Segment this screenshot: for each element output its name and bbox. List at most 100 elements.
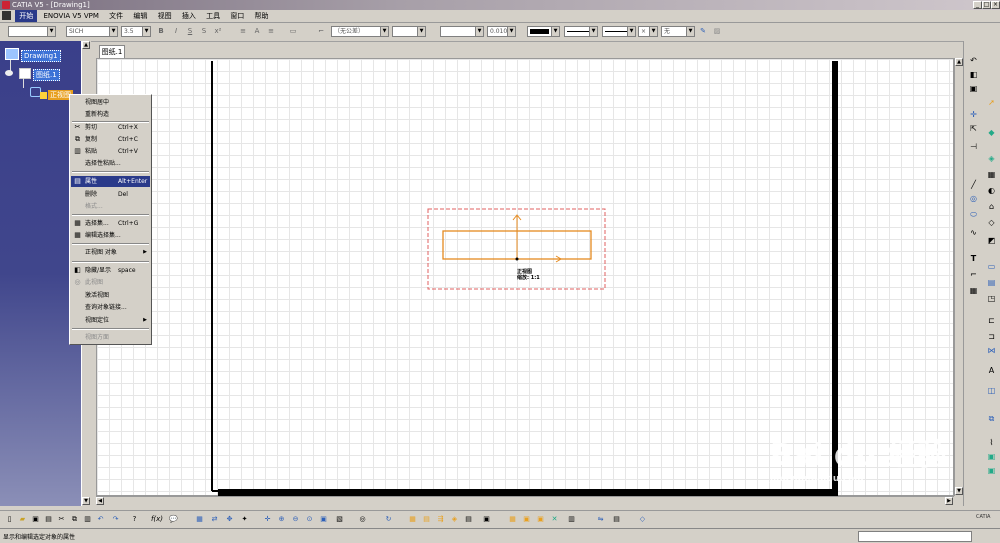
tolerance-value-select[interactable]: ▼ — [392, 26, 426, 37]
text-icon[interactable]: T — [968, 253, 979, 264]
menu-help[interactable]: 帮助 — [251, 10, 273, 22]
scroll-down-icon[interactable]: ▼ — [955, 487, 963, 495]
measure-icon[interactable]: ⇱ — [968, 123, 979, 134]
update-icon[interactable]: ▣ — [986, 451, 997, 462]
table-tool-icon[interactable]: ▤ — [986, 277, 997, 288]
frame-tool-icon[interactable]: ▭ — [986, 261, 997, 272]
context-menu-item-query-links[interactable]: 查询对象链接... — [71, 302, 150, 313]
clipping-icon[interactable]: ◇ — [637, 514, 648, 525]
filter-icon[interactable]: ▥ — [566, 514, 577, 525]
dimension-tool-icon[interactable]: ◆ — [986, 127, 997, 138]
tree-root-drawing[interactable]: Drawing1 — [21, 50, 61, 62]
canvas-horizontal-scrollbar[interactable]: ◀ ▶ — [96, 496, 954, 506]
underline-icon[interactable]: S — [185, 26, 195, 37]
fillet-icon[interactable]: ◐ — [986, 185, 997, 196]
dimension-system-icon[interactable]: ⇋ — [595, 514, 606, 525]
thread-icon[interactable]: ⊐ — [986, 331, 997, 342]
chamfer-icon[interactable]: ◇ — [986, 217, 997, 228]
scroll-down-icon[interactable]: ▼ — [82, 497, 90, 505]
menu-view[interactable]: 视图 — [154, 10, 176, 22]
menu-insert[interactable]: 插入 — [178, 10, 200, 22]
tolerance-select[interactable]: （无公差） ▼ — [331, 26, 389, 37]
arc-icon[interactable]: ↶ — [968, 55, 979, 66]
profile-icon[interactable]: ⌂ — [986, 201, 997, 212]
color-select[interactable]: ▼ — [527, 26, 560, 37]
grid-icon[interactable]: ▦ — [968, 285, 979, 296]
align-right-icon[interactable]: ≡ — [266, 26, 276, 37]
zoom-in-icon[interactable]: ⊕ — [276, 514, 287, 525]
spline-icon[interactable]: ∿ — [968, 227, 979, 238]
area-fill-icon[interactable]: ◫ — [986, 385, 997, 396]
align-center-icon[interactable]: A — [252, 26, 262, 37]
refresh-icon[interactable]: ↻ — [383, 514, 394, 525]
menu-start[interactable]: 开始 — [15, 10, 38, 22]
leader-icon[interactable]: ⌐ — [968, 269, 979, 280]
point-style-select[interactable]: × ▼ — [638, 26, 658, 37]
drawing-icon[interactable] — [5, 48, 19, 60]
save-icon[interactable]: ▣ — [30, 514, 41, 525]
context-menu-item-reframe[interactable]: 重新构造 — [71, 109, 150, 120]
context-menu-item-properties[interactable]: ▤ 属性 Alt+Enter — [71, 176, 150, 187]
view-scale-label[interactable]: 缩放: 1:1 — [517, 275, 540, 281]
align-left-icon[interactable]: ≡ — [238, 26, 248, 37]
symmetry-icon[interactable]: ◧ — [968, 69, 979, 80]
scroll-up-icon[interactable]: ▲ — [955, 58, 963, 66]
font-name-select[interactable]: SICH ▼ — [66, 26, 118, 37]
centerline-icon[interactable]: ⋈ — [986, 345, 997, 356]
tables-icon[interactable]: ▤ — [611, 514, 622, 525]
generate-view-icon[interactable]: ▣ — [481, 514, 492, 525]
drawing-canvas[interactable]: 正视图 缩放: 1:1 — [96, 58, 954, 497]
fly-icon[interactable]: ⇄ — [209, 514, 220, 525]
axis-line-icon[interactable]: ⊏ — [986, 315, 997, 326]
balloon-icon[interactable]: ◳ — [986, 293, 997, 304]
new-icon[interactable]: ▯ — [4, 514, 15, 525]
grid-toggle-icon[interactable]: ▦ — [507, 514, 518, 525]
command-input[interactable] — [858, 531, 972, 542]
superscript-icon[interactable]: x² — [213, 26, 223, 37]
analysis-icon[interactable]: ▣ — [535, 514, 546, 525]
context-menu-item-view-object[interactable]: 正视图 对象 ▶ — [71, 247, 150, 258]
context-menu-item-paste[interactable]: ▥ 粘贴 Ctrl+V — [71, 146, 150, 157]
render-style-icon[interactable]: ▧ — [334, 514, 345, 525]
sheet-icon[interactable]: ▦ — [407, 514, 418, 525]
fill-select[interactable]: 无 ▼ — [661, 26, 695, 37]
constraint-toggle-icon[interactable]: ✕ — [549, 514, 560, 525]
rotate-icon[interactable]: ✦ — [239, 514, 250, 525]
style-select[interactable]: ▼ — [8, 26, 56, 37]
annotation-icon[interactable]: A — [986, 365, 997, 376]
tree-node-toggle[interactable] — [5, 70, 13, 76]
context-menu-item-paste-special[interactable]: 选择性粘贴... — [71, 158, 150, 169]
menu-file[interactable]: 文件 — [105, 10, 127, 22]
font-size-select[interactable]: 3.5 ▼ — [121, 26, 151, 37]
line-type-select[interactable]: ▼ — [602, 26, 636, 37]
format-painter-icon[interactable]: ✎ — [698, 26, 708, 37]
context-menu-item-hide-show[interactable]: ◧ 隐藏/显示 space — [71, 265, 150, 276]
print-icon[interactable]: ▤ — [43, 514, 54, 525]
close-button[interactable]: × — [991, 1, 1000, 9]
precision-select[interactable]: 0.010 ▼ — [487, 26, 516, 37]
context-menu-item-selection-sets[interactable]: ▦ 选择集... Ctrl+G — [71, 218, 150, 229]
fit-all-icon[interactable]: ✛ — [262, 514, 273, 525]
context-menu-item-delete[interactable]: 删除 Del — [71, 189, 150, 200]
table-icon[interactable]: ▦ — [986, 169, 997, 180]
select-arrow-icon[interactable]: ➚ — [986, 97, 997, 108]
point-icon[interactable]: ✛ — [968, 109, 979, 120]
scroll-left-icon[interactable]: ◀ — [96, 497, 104, 505]
menu-tools[interactable]: 工具 — [202, 10, 224, 22]
view-from-3d-icon[interactable]: ◈ — [449, 514, 460, 525]
layers-icon[interactable]: ⧉ — [986, 413, 997, 424]
context-menu-item-cut[interactable]: ✂ 剪切 Ctrl+X — [71, 122, 150, 133]
dimension-icon[interactable]: ⌐ — [316, 26, 326, 37]
scroll-up-icon[interactable]: ▲ — [82, 41, 90, 49]
frame-icon[interactable]: ▭ — [288, 26, 298, 37]
maximize-button[interactable]: □ — [982, 1, 991, 9]
context-menu-item-center-view[interactable]: 视图居中 — [71, 97, 150, 108]
detail-sheet-icon[interactable]: ▤ — [421, 514, 432, 525]
context-menu-item-activate-view[interactable]: 激活视图 — [71, 290, 150, 301]
generate-icon[interactable]: ▣ — [986, 465, 997, 476]
redo-icon[interactable]: ↷ — [110, 514, 121, 525]
numeric-format-select[interactable]: ▼ — [440, 26, 484, 37]
line-thickness-select[interactable]: ▼ — [564, 26, 598, 37]
menu-enovia[interactable]: ENOVIA V5 VPM — [39, 10, 102, 22]
menu-window[interactable]: 窗口 — [226, 10, 248, 22]
